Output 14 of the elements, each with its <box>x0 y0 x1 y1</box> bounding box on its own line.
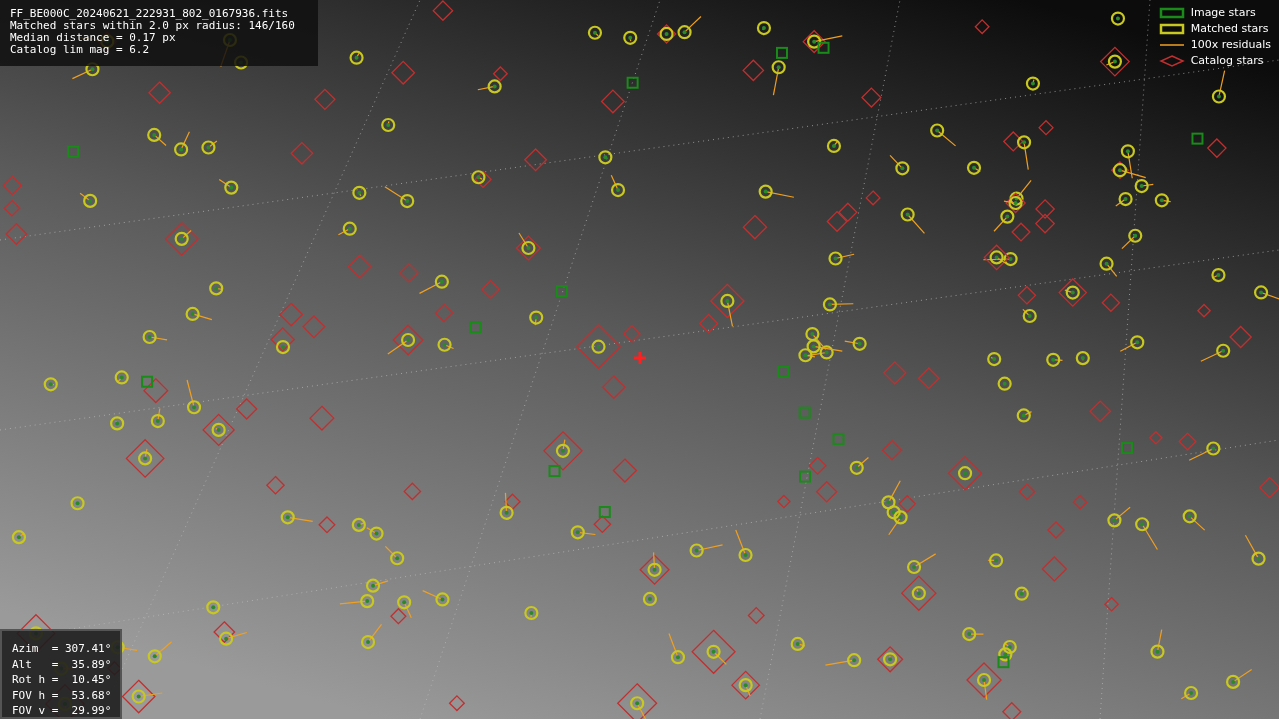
info-text: Median distance = 0.17 px <box>10 32 177 44</box>
legend-label: 100x residuals <box>1190 36 1271 53</box>
info-text: FOV v = 29.99° <box>12 703 110 719</box>
info-text: FOV h = 53.68° <box>12 687 110 703</box>
info-text: Matched stars within 2.0 px radius: 146/160 <box>10 20 296 32</box>
legend-label: Matched stars <box>1190 20 1269 37</box>
legend-label: Catalog stars <box>1190 52 1264 69</box>
info-text: Alt = 35.89° <box>12 656 110 672</box>
legend-label: Image stars <box>1190 4 1256 21</box>
info-text: Azim = 307.41° <box>12 641 110 657</box>
catalog-star-icon <box>1158 55 1185 67</box>
info-text: Catalog lim mag = 6.2 <box>10 44 151 56</box>
info-text: Rot h = 10.45° <box>12 672 110 688</box>
info-text: FF_BE000C_20240621_222931_802_0167936.fits <box>10 8 290 20</box>
